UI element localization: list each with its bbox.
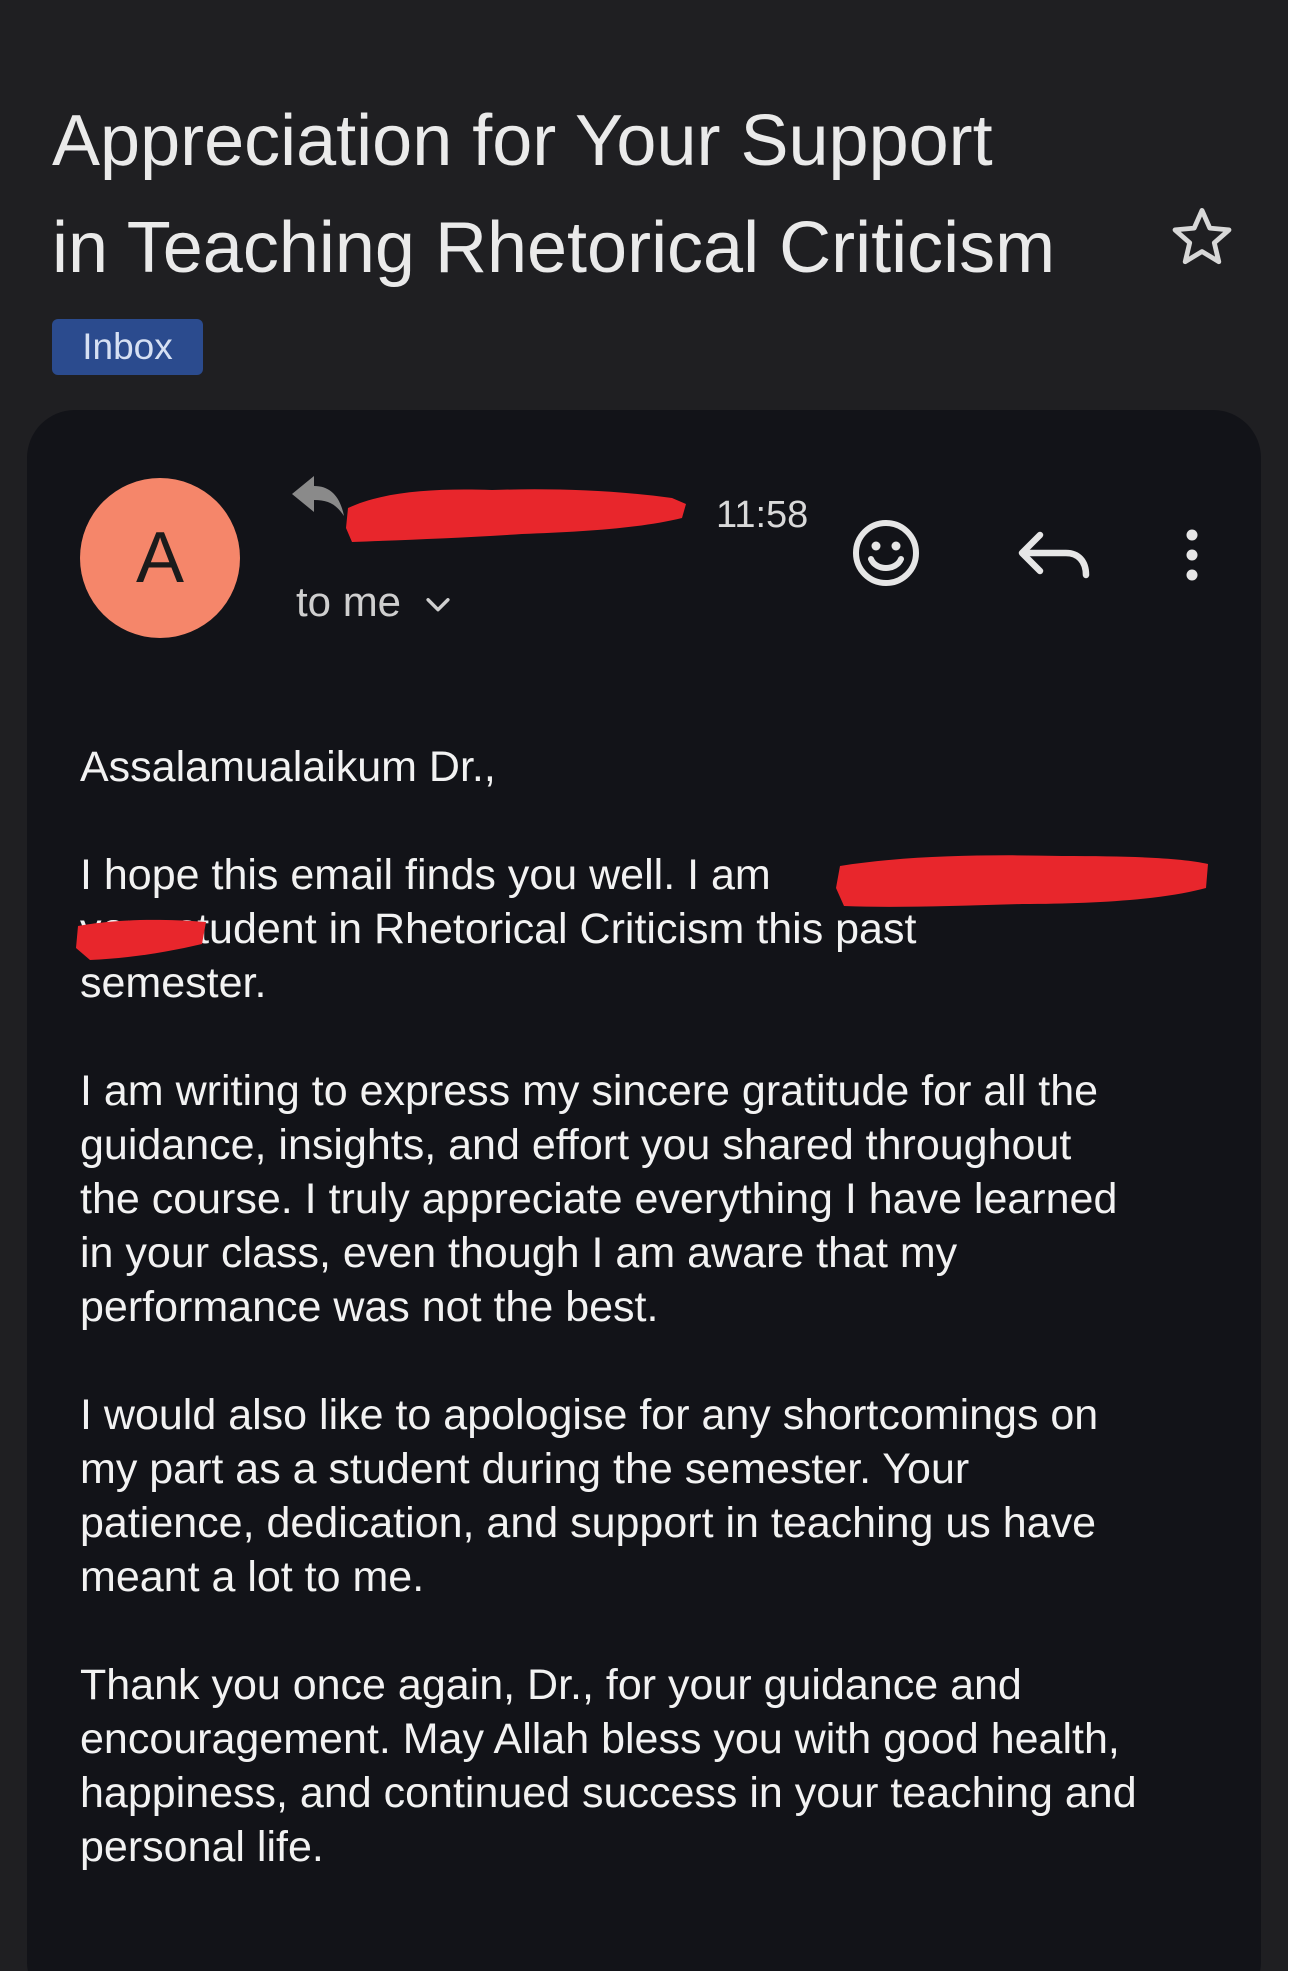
reply-arrow-icon	[292, 476, 344, 516]
reply-button[interactable]	[1010, 513, 1098, 593]
id-redaction	[76, 919, 206, 960]
email-time: 11:58	[716, 494, 809, 536]
more-options-button[interactable]	[1168, 513, 1216, 593]
recipient-text: to me	[296, 578, 402, 625]
body-paragraph-apology: I would also like to apologise for any s…	[80, 1391, 1099, 1601]
sender-redaction	[346, 489, 686, 542]
chevron-down-icon	[426, 598, 450, 612]
add-reaction-button[interactable]	[846, 513, 926, 593]
email-body: Assalamualaikum Dr., I hope this email f…	[80, 740, 1230, 1928]
recipient-details[interactable]: to me	[296, 574, 455, 630]
more-vertical-icon	[1186, 529, 1198, 581]
name-redaction	[836, 855, 1208, 907]
inbox-label[interactable]: Inbox	[52, 319, 203, 375]
email-subject: Appreciation for Your Support in Teachin…	[52, 101, 1056, 288]
reply-icon	[1018, 531, 1090, 579]
body-paragraph-closing: Thank you once again, Dr., for your guid…	[80, 1661, 1137, 1871]
email-view: Appreciation for Your Support in Teachin…	[0, 0, 1288, 1971]
smiley-face-icon	[853, 520, 919, 586]
body-paragraph-gratitude: I am writing to express my sincere grati…	[80, 1067, 1118, 1331]
sender-avatar[interactable]: A	[80, 478, 240, 638]
star-icon[interactable]	[1166, 202, 1238, 274]
body-greeting: Assalamualaikum Dr.,	[80, 743, 496, 791]
